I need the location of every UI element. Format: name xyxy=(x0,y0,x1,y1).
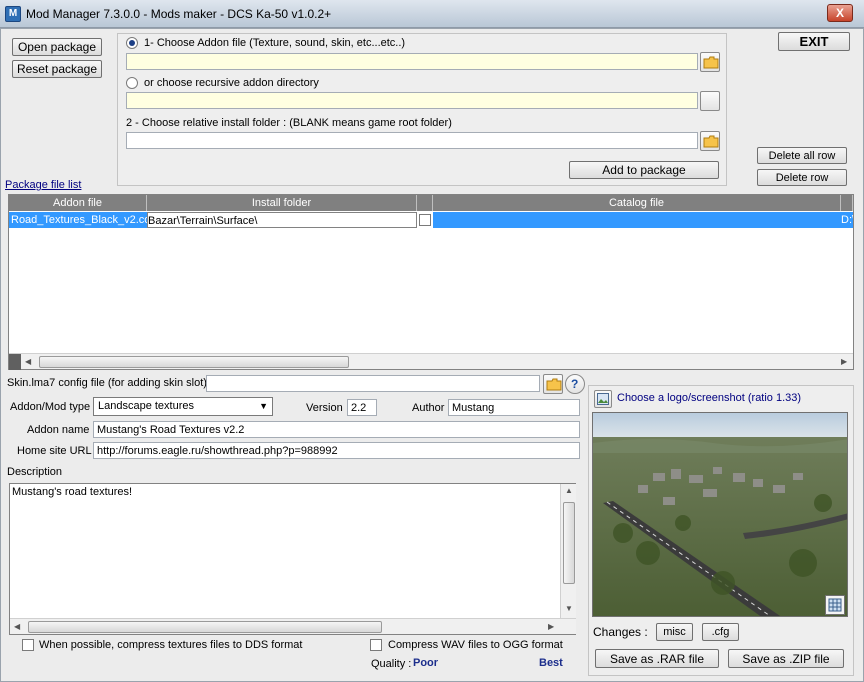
cell-catalog-file[interactable] xyxy=(433,212,841,228)
compress-wav-label: Compress WAV files to OGG format xyxy=(388,639,563,651)
addon-file-browse-button[interactable] xyxy=(700,52,720,72)
description-text: Mustang's road textures! xyxy=(12,486,133,498)
grid-horizontal-scrollbar[interactable]: ◀ ▶ xyxy=(9,353,853,370)
addon-name-label: Addon name xyxy=(27,424,90,436)
cell-install-folder[interactable]: Bazar\Terrain\Surface\ xyxy=(147,212,417,228)
column-header-extra[interactable] xyxy=(841,195,853,211)
description-vertical-scrollbar[interactable]: ▲ ▼ xyxy=(560,484,576,618)
recursive-dir-field[interactable] xyxy=(126,92,698,109)
scroll-thumb[interactable] xyxy=(28,621,382,633)
delete-row-button[interactable]: Delete row xyxy=(757,169,847,186)
recursive-dir-radio[interactable] xyxy=(126,77,138,89)
addon-name-field[interactable]: Mustang's Road Textures v2.2 xyxy=(93,421,580,438)
compress-dds-checkbox[interactable] xyxy=(22,639,34,651)
open-package-button[interactable]: Open package xyxy=(12,38,102,56)
package-grid: Addon file Install folder Catalog file R… xyxy=(8,194,854,370)
help-button[interactable]: ? xyxy=(565,374,585,394)
author-label: Author xyxy=(412,402,445,414)
description-label: Description xyxy=(7,466,63,478)
grid-icon xyxy=(828,598,842,612)
recursive-dir-browse-button[interactable] xyxy=(700,91,720,111)
scroll-left-icon[interactable]: ◀ xyxy=(14,622,20,631)
choose-logo-label[interactable]: Choose a logo/screenshot (ratio 1.33) xyxy=(617,392,801,404)
scroll-down-icon[interactable]: ▼ xyxy=(565,604,573,613)
cell-extra[interactable]: D:\ xyxy=(841,212,853,228)
logo-screenshot xyxy=(592,412,848,617)
description-textarea[interactable]: Mustang's road textures! ▲ ▼ ◀ ▶ xyxy=(9,483,576,635)
save-rar-button[interactable]: Save as .RAR file xyxy=(595,649,719,668)
scroll-up-icon[interactable]: ▲ xyxy=(565,486,573,495)
app-icon: M xyxy=(5,6,21,22)
cfg-button[interactable]: .cfg xyxy=(702,623,739,641)
mod-type-select[interactable]: Landscape textures ▼ xyxy=(93,397,273,416)
mod-type-label: Addon/Mod type xyxy=(10,401,91,413)
reset-package-button[interactable]: Reset package xyxy=(12,60,102,78)
image-icon xyxy=(597,393,609,405)
install-folder-label: 2 - Choose relative install folder : (BL… xyxy=(126,117,452,129)
scroll-thumb[interactable] xyxy=(563,502,575,584)
install-folder-field[interactable] xyxy=(126,132,698,149)
exit-button[interactable]: EXIT xyxy=(778,32,850,51)
close-button[interactable]: X xyxy=(827,4,853,22)
scroll-corner xyxy=(9,354,21,370)
compress-dds-label: When possible, compress textures files t… xyxy=(39,639,303,651)
quality-poor-label: Poor xyxy=(413,657,439,669)
grid-view-button[interactable] xyxy=(825,595,845,615)
mod-type-value: Landscape textures xyxy=(98,400,195,412)
landscape-image xyxy=(593,413,847,616)
compress-wav-checkbox[interactable] xyxy=(370,639,382,651)
scroll-right-icon[interactable]: ▶ xyxy=(841,357,847,366)
changes-label: Changes : xyxy=(593,625,648,639)
chevron-down-icon: ▼ xyxy=(259,401,268,411)
save-zip-button[interactable]: Save as .ZIP file xyxy=(728,649,844,668)
quality-label: Quality : xyxy=(371,658,412,670)
column-header-addon-file[interactable]: Addon file xyxy=(9,195,147,211)
folder-icon xyxy=(546,378,562,391)
skin-config-label: Skin.lma7 config file (for adding skin s… xyxy=(7,377,207,389)
cell-checkbox[interactable] xyxy=(417,212,433,228)
author-field[interactable]: Mustang xyxy=(448,399,580,416)
scroll-right-icon[interactable]: ▶ xyxy=(548,622,554,631)
column-header-install-folder[interactable]: Install folder xyxy=(147,195,417,211)
window-title: Mod Manager 7.3.0.0 - Mods maker - DCS K… xyxy=(26,7,332,21)
column-header-checkbox[interactable] xyxy=(417,195,433,211)
quality-best-label: Best xyxy=(539,657,563,669)
title-bar: M Mod Manager 7.3.0.0 - Mods maker - DCS… xyxy=(0,0,864,28)
cell-addon-file[interactable]: Road_Textures_Black_v2.co xyxy=(11,212,147,228)
home-url-field[interactable]: http://forums.eagle.ru/showthread.php?p=… xyxy=(93,442,580,459)
addon-file-field[interactable] xyxy=(126,53,698,70)
description-horizontal-scrollbar[interactable]: ◀ ▶ xyxy=(10,618,576,634)
misc-button[interactable]: misc xyxy=(656,623,693,641)
addon-file-radio[interactable] xyxy=(126,37,138,49)
install-folder-browse-button[interactable] xyxy=(700,131,720,151)
folder-icon xyxy=(703,56,719,69)
column-header-catalog-file[interactable]: Catalog file xyxy=(433,195,841,211)
skin-config-browse-button[interactable] xyxy=(543,374,563,394)
row-checkbox[interactable] xyxy=(419,214,431,226)
version-label: Version xyxy=(306,402,343,414)
home-url-label: Home site URL xyxy=(17,445,92,457)
help-icon: ? xyxy=(571,377,579,391)
folder-icon xyxy=(703,135,719,148)
scroll-left-icon[interactable]: ◀ xyxy=(25,357,31,366)
table-row[interactable]: Road_Textures_Black_v2.co Bazar\Terrain\… xyxy=(9,212,853,228)
add-to-package-button[interactable]: Add to package xyxy=(569,161,719,179)
delete-all-row-button[interactable]: Delete all row xyxy=(757,147,847,164)
recursive-dir-label: or choose recursive addon directory xyxy=(144,77,319,89)
addon-file-label: 1- Choose Addon file (Texture, sound, sk… xyxy=(144,37,406,49)
scroll-thumb[interactable] xyxy=(39,356,349,368)
skin-config-field[interactable] xyxy=(206,375,540,392)
logo-browse-button[interactable] xyxy=(594,390,612,408)
version-field[interactable]: 2.2 xyxy=(347,399,377,416)
package-file-list-link[interactable]: Package file list xyxy=(5,179,81,191)
